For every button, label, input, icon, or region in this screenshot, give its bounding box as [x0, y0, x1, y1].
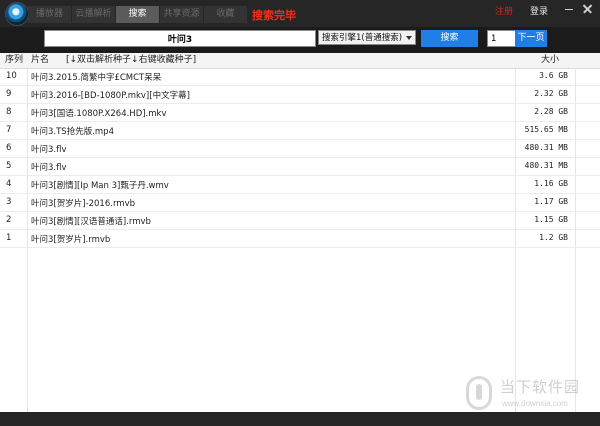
- row-name: 叶问3.flv: [31, 163, 67, 173]
- column-header-name[interactable]: 片名: [31, 53, 49, 68]
- row-name: 叶问3[贺岁片]-2016.rmvb: [31, 199, 135, 209]
- results-table: 序列 片名 [↓双击解析种子↓右键收藏种子] 大小 10 叶问3.2015.简繁…: [0, 53, 600, 412]
- login-link[interactable]: 登录: [530, 4, 548, 17]
- tab-player[interactable]: 播放器: [28, 6, 72, 23]
- row-index: 4: [6, 179, 12, 189]
- row-size: 480.31 MB: [524, 143, 568, 152]
- minimize-icon[interactable]: [563, 3, 575, 15]
- column-header-index[interactable]: 序列: [5, 53, 23, 68]
- row-size: 1.15 GB: [534, 215, 568, 224]
- row-name: 叶问3[剧情][汉语普通话].rmvb: [31, 217, 151, 227]
- row-name: 叶问3.2016-[BD-1080P.mkv][中文字幕]: [31, 91, 190, 101]
- table-body: 10 叶问3.2015.简繁中字£CMCT呆呆 3.6 GB 9 叶问3.201…: [0, 68, 600, 248]
- row-size: 2.32 GB: [534, 89, 568, 98]
- row-name: 叶问3.TS抢先版.mp4: [31, 127, 114, 137]
- row-name: 叶问3.flv: [31, 145, 67, 155]
- row-size: 2.28 GB: [534, 107, 568, 116]
- watermark: 当下软件园 www.downxia.com: [466, 373, 596, 413]
- register-link[interactable]: 注册: [495, 4, 513, 17]
- row-index: 5: [6, 161, 12, 171]
- search-status-text: 搜索完毕: [252, 9, 296, 22]
- row-index: 10: [6, 71, 17, 81]
- watermark-text: 当下软件园: [500, 378, 581, 396]
- row-name: 叶问3.2015.简繁中字£CMCT呆呆: [31, 73, 162, 83]
- row-index: 1: [6, 233, 12, 243]
- row-size: 1.17 GB: [534, 197, 568, 206]
- tab-search[interactable]: 搜索: [116, 6, 160, 23]
- search-toolbar: 搜索引擎1(普通搜索) 搜索 下一页: [0, 27, 600, 53]
- row-size: 1.16 GB: [534, 179, 568, 188]
- watermark-url: www.downxia.com: [502, 399, 568, 408]
- table-row[interactable]: 4 叶问3[剧情][Ip Man 3]甄子丹.wmv 1.16 GB: [0, 176, 600, 194]
- row-index: 3: [6, 197, 12, 207]
- watermark-logo-icon: [466, 376, 492, 410]
- table-row[interactable]: 9 叶问3.2016-[BD-1080P.mkv][中文字幕] 2.32 GB: [0, 86, 600, 104]
- search-input[interactable]: [44, 30, 316, 47]
- title-bar: 播放器 云播解析 搜索 共享资源 收藏 搜索完毕 注册 登录: [0, 0, 600, 27]
- table-header: 序列 片名 [↓双击解析种子↓右键收藏种子] 大小: [0, 53, 600, 69]
- search-engine-selected: 搜索引擎1(普通搜索): [322, 33, 403, 43]
- row-index: 7: [6, 125, 12, 135]
- app-logo-icon: [6, 3, 28, 25]
- next-page-button[interactable]: 下一页: [515, 30, 547, 47]
- table-row[interactable]: 2 叶问3[剧情][汉语普通话].rmvb 1.15 GB: [0, 212, 600, 230]
- status-bar: [0, 412, 600, 426]
- row-index: 2: [6, 215, 12, 225]
- row-name: 叶问3[剧情][Ip Man 3]甄子丹.wmv: [31, 181, 169, 191]
- table-row[interactable]: 7 叶问3.TS抢先版.mp4 515.65 MB: [0, 122, 600, 140]
- row-name: 叶问3[国语.1080P.X264.HD].mkv: [31, 109, 167, 119]
- close-icon[interactable]: [582, 3, 594, 15]
- tab-favorites[interactable]: 收藏: [204, 6, 248, 23]
- row-size: 1.2 GB: [539, 233, 568, 242]
- tab-cloud-parse[interactable]: 云播解析: [72, 6, 116, 23]
- table-row[interactable]: 6 叶问3.flv 480.31 MB: [0, 140, 600, 158]
- row-index: 6: [6, 143, 12, 153]
- row-size: 515.65 MB: [524, 125, 568, 134]
- column-header-hint: [↓双击解析种子↓右键收藏种子]: [66, 55, 197, 65]
- page-number-input[interactable]: [487, 30, 517, 47]
- table-row[interactable]: 1 叶问3[贺岁片].rmvb 1.2 GB: [0, 230, 600, 248]
- table-row[interactable]: 5 叶问3.flv 480.31 MB: [0, 158, 600, 176]
- main-tabs: 播放器 云播解析 搜索 共享资源 收藏: [28, 6, 248, 23]
- row-index: 9: [6, 89, 12, 99]
- table-row[interactable]: 3 叶问3[贺岁片]-2016.rmvb 1.17 GB: [0, 194, 600, 212]
- row-size: 480.31 MB: [524, 161, 568, 170]
- search-button[interactable]: 搜索: [421, 30, 478, 47]
- row-size: 3.6 GB: [539, 71, 568, 80]
- search-engine-select[interactable]: 搜索引擎1(普通搜索): [318, 30, 416, 45]
- tab-shared-resources[interactable]: 共享资源: [160, 6, 204, 23]
- row-name: 叶问3[贺岁片].rmvb: [31, 235, 111, 245]
- table-row[interactable]: 10 叶问3.2015.简繁中字£CMCT呆呆 3.6 GB: [0, 68, 600, 86]
- row-index: 8: [6, 107, 12, 117]
- table-row[interactable]: 8 叶问3[国语.1080P.X264.HD].mkv 2.28 GB: [0, 104, 600, 122]
- chevron-down-icon: [406, 36, 412, 40]
- column-header-size[interactable]: 大小: [541, 53, 559, 68]
